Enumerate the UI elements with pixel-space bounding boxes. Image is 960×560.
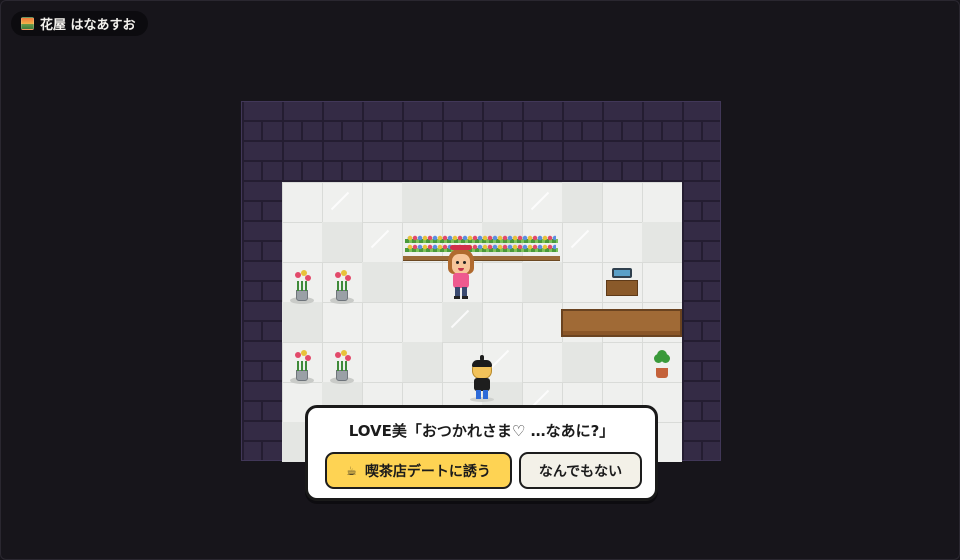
choice-label: なんでもない [538,463,623,480]
flower-display-shelf[interactable] [403,235,560,261]
npc-love-mi[interactable] [446,242,476,302]
potted-plant[interactable] [651,350,673,378]
game-window: 花屋 はなあすお LOVE美「おつかれさま♡ …なあに?」 ☕ 喫茶店デートに誘… [0,0,960,560]
potted-flower[interactable] [290,270,314,304]
invite-cafe-date-button[interactable]: ☕ 喫茶店デートに誘う [325,452,512,489]
location-name: 花屋 はなあすお [40,18,136,33]
potted-flower[interactable] [290,350,314,384]
shop-counter[interactable] [561,309,682,337]
player-character[interactable] [468,355,496,402]
sunset-image-icon [21,17,34,30]
location-label: 花屋 はなあすお [11,11,148,36]
choice-label: 喫茶店デートに誘う [364,463,491,480]
potted-flower[interactable] [330,350,354,384]
dialog-box: LOVE美「おつかれさま♡ …なあに?」 ☕ 喫茶店デートに誘う なんでもない [305,405,658,501]
potted-flower[interactable] [330,270,354,304]
coffee-cup-icon: ☕ [346,463,357,478]
dialog-line: LOVE美「おつかれさま♡ …なあに?」 [348,422,615,440]
nevermind-button[interactable]: なんでもない [519,452,642,489]
cash-register[interactable] [606,268,638,296]
